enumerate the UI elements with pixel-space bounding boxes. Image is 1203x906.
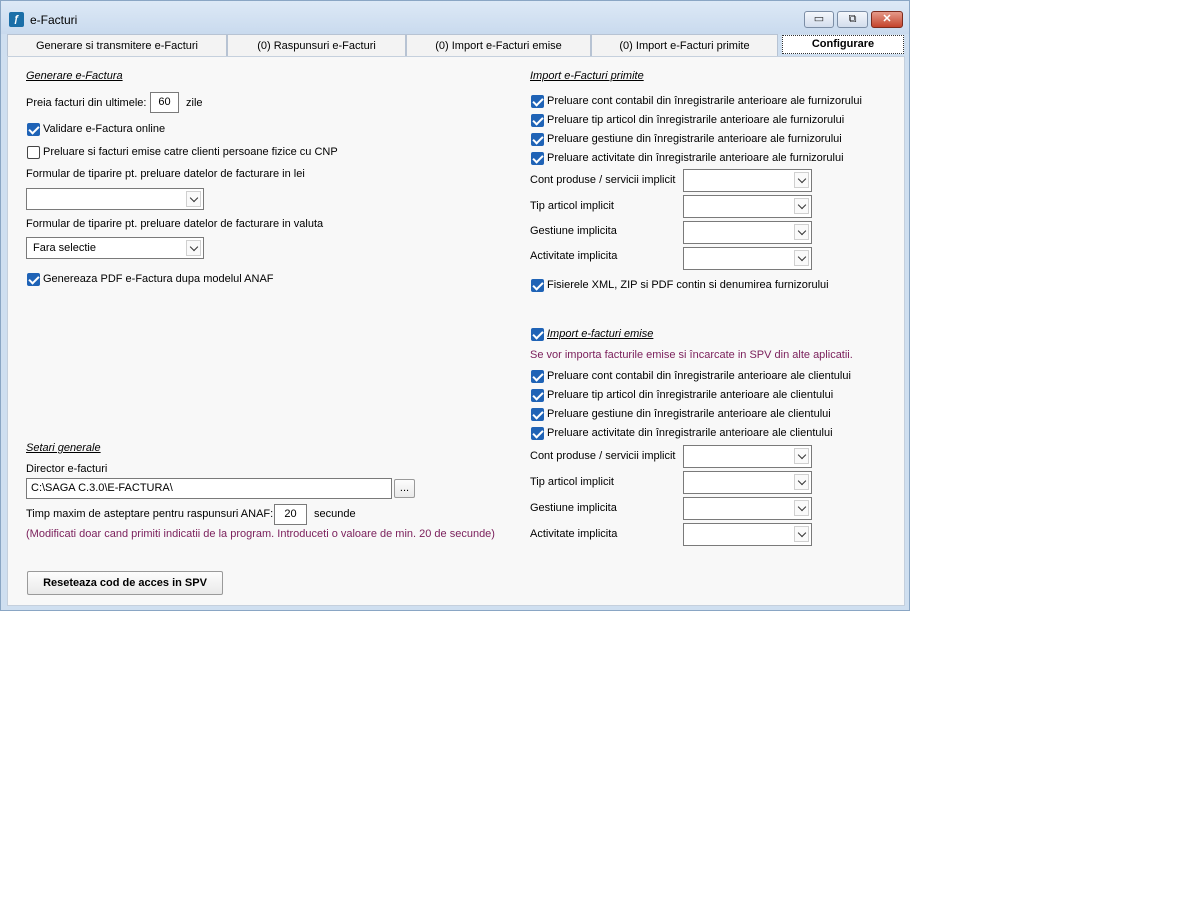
close-button[interactable]: ✕ bbox=[871, 11, 903, 28]
primite-gestiune-field-label: Gestiune implicita bbox=[530, 225, 617, 237]
browse-button[interactable]: ... bbox=[394, 479, 415, 498]
emise-activitate-checkbox[interactable] bbox=[531, 427, 544, 440]
close-icon: ✕ bbox=[882, 13, 892, 25]
preluare-cnp-checkbox[interactable] bbox=[27, 146, 40, 159]
chevron-down-icon bbox=[794, 172, 809, 188]
chevron-down-icon bbox=[794, 474, 809, 490]
primite-cont-field-label: Cont produse / servicii implicit bbox=[530, 174, 676, 186]
app-icon: ƒ bbox=[9, 12, 24, 27]
primite-cont-checkbox[interactable] bbox=[531, 95, 544, 108]
emise-tip-checkbox[interactable] bbox=[531, 389, 544, 402]
timp-input[interactable]: 20 bbox=[274, 504, 307, 525]
tab-generare[interactable]: Generare si transmitere e-Facturi bbox=[7, 34, 227, 56]
primite-gestiune-label: Preluare gestiune din înregistrarile ant… bbox=[547, 133, 842, 145]
emise-tip-label: Preluare tip articol din înregistrarile … bbox=[547, 389, 834, 401]
tab-import-primite[interactable]: (0) Import e-Facturi primite bbox=[591, 34, 778, 56]
emise-gestiune-checkbox[interactable] bbox=[531, 408, 544, 421]
chevron-down-icon bbox=[186, 191, 201, 207]
emise-cont-field-label: Cont produse / servicii implicit bbox=[530, 450, 676, 462]
primite-cont-label: Preluare cont contabil din înregistraril… bbox=[547, 95, 862, 107]
xml-checkbox[interactable] bbox=[531, 279, 544, 292]
generare-section-title: Generare e-Factura bbox=[26, 70, 123, 82]
primite-tip-select[interactable] bbox=[683, 195, 812, 218]
emise-activitate-field-label: Activitate implicita bbox=[530, 528, 618, 540]
formular-lei-select[interactable] bbox=[26, 188, 204, 210]
chevron-down-icon bbox=[794, 224, 809, 240]
validare-label: Validare e-Factura online bbox=[43, 123, 166, 135]
emise-gestiune-field-label: Gestiune implicita bbox=[530, 502, 617, 514]
chevron-down-icon bbox=[794, 526, 809, 542]
preia-label: Preia facturi din ultimele: bbox=[26, 97, 147, 109]
preia-days-input[interactable]: 60 bbox=[150, 92, 179, 113]
primite-tip-field-label: Tip articol implicit bbox=[530, 200, 614, 212]
preluare-cnp-label: Preluare si facturi emise catre clienti … bbox=[43, 146, 338, 158]
setari-section-title: Setari generale bbox=[26, 442, 101, 454]
formular-lei-label: Formular de tiparire pt. preluare datelo… bbox=[26, 168, 305, 180]
restore-icon: ⧉ bbox=[848, 13, 857, 25]
timp-note: (Modificati doar cand primiti indicatii … bbox=[26, 528, 495, 540]
reset-spv-button[interactable]: Reseteaza cod de acces in SPV bbox=[27, 571, 223, 595]
primite-cont-select[interactable] bbox=[683, 169, 812, 192]
primite-activitate-field-label: Activitate implicita bbox=[530, 250, 618, 262]
emise-tip-select[interactable] bbox=[683, 471, 812, 494]
import-emise-section-title: Import e-facturi emise bbox=[547, 328, 654, 340]
primite-activitate-select[interactable] bbox=[683, 247, 812, 270]
emise-cont-label: Preluare cont contabil din înregistraril… bbox=[547, 370, 851, 382]
import-emise-note: Se vor importa facturile emise si încarc… bbox=[530, 349, 853, 361]
primite-gestiune-select[interactable] bbox=[683, 221, 812, 244]
maximize-button[interactable]: ⧉ bbox=[837, 11, 868, 28]
primite-tip-checkbox[interactable] bbox=[531, 114, 544, 127]
emise-cont-select[interactable] bbox=[683, 445, 812, 468]
xml-label: Fisierele XML, ZIP si PDF contin si denu… bbox=[547, 279, 829, 291]
emise-gestiune-label: Preluare gestiune din înregistrarile ant… bbox=[547, 408, 831, 420]
timp-unit: secunde bbox=[314, 508, 356, 520]
tab-bar: Generare si transmitere e-Facturi (0) Ra… bbox=[7, 34, 905, 56]
import-primite-section-title: Import e-Facturi primite bbox=[530, 70, 644, 82]
chevron-down-icon bbox=[186, 240, 201, 256]
validare-checkbox[interactable] bbox=[27, 123, 40, 136]
minimize-icon: ▭ bbox=[813, 13, 825, 25]
primite-activitate-checkbox[interactable] bbox=[531, 152, 544, 165]
emise-activitate-label: Preluare activitate din înregistrarile a… bbox=[547, 427, 833, 439]
configurare-panel: Generare e-Factura Preia facturi din ult… bbox=[7, 56, 905, 606]
efacturi-window: ƒ e-Facturi ▭ ⧉ ✕ Generare si transmiter… bbox=[0, 0, 910, 611]
director-label: Director e-facturi bbox=[26, 463, 108, 475]
emise-cont-checkbox[interactable] bbox=[531, 370, 544, 383]
chevron-down-icon bbox=[794, 250, 809, 266]
chevron-down-icon bbox=[794, 448, 809, 464]
primite-tip-label: Preluare tip articol din înregistrarile … bbox=[547, 114, 845, 126]
director-input[interactable]: C:\SAGA C.3.0\E-FACTURA\ bbox=[26, 478, 392, 499]
window-title: e-Facturi bbox=[30, 13, 78, 27]
pdf-checkbox[interactable] bbox=[27, 273, 40, 286]
formular-valuta-select[interactable]: Fara selectie bbox=[26, 237, 204, 259]
formular-valuta-value: Fara selectie bbox=[33, 242, 96, 254]
preia-unit: zile bbox=[186, 97, 203, 109]
timp-label: Timp maxim de asteptare pentru raspunsur… bbox=[26, 508, 274, 520]
emise-gestiune-select[interactable] bbox=[683, 497, 812, 520]
emise-tip-field-label: Tip articol implicit bbox=[530, 476, 614, 488]
minimize-button[interactable]: ▭ bbox=[804, 11, 834, 28]
chevron-down-icon bbox=[794, 500, 809, 516]
primite-activitate-label: Preluare activitate din înregistrarile a… bbox=[547, 152, 844, 164]
chevron-down-icon bbox=[794, 198, 809, 214]
title-bar: ƒ e-Facturi ▭ ⧉ ✕ bbox=[1, 1, 909, 34]
tab-raspunsuri[interactable]: (0) Raspunsuri e-Facturi bbox=[227, 34, 406, 56]
primite-gestiune-checkbox[interactable] bbox=[531, 133, 544, 146]
pdf-label: Genereaza PDF e-Factura dupa modelul ANA… bbox=[43, 273, 274, 285]
emise-activitate-select[interactable] bbox=[683, 523, 812, 546]
tab-configurare[interactable]: Configurare bbox=[782, 35, 904, 54]
import-emise-checkbox[interactable] bbox=[531, 328, 544, 341]
formular-valuta-label: Formular de tiparire pt. preluare datelo… bbox=[26, 218, 324, 230]
tab-import-emise[interactable]: (0) Import e-Facturi emise bbox=[406, 34, 591, 56]
